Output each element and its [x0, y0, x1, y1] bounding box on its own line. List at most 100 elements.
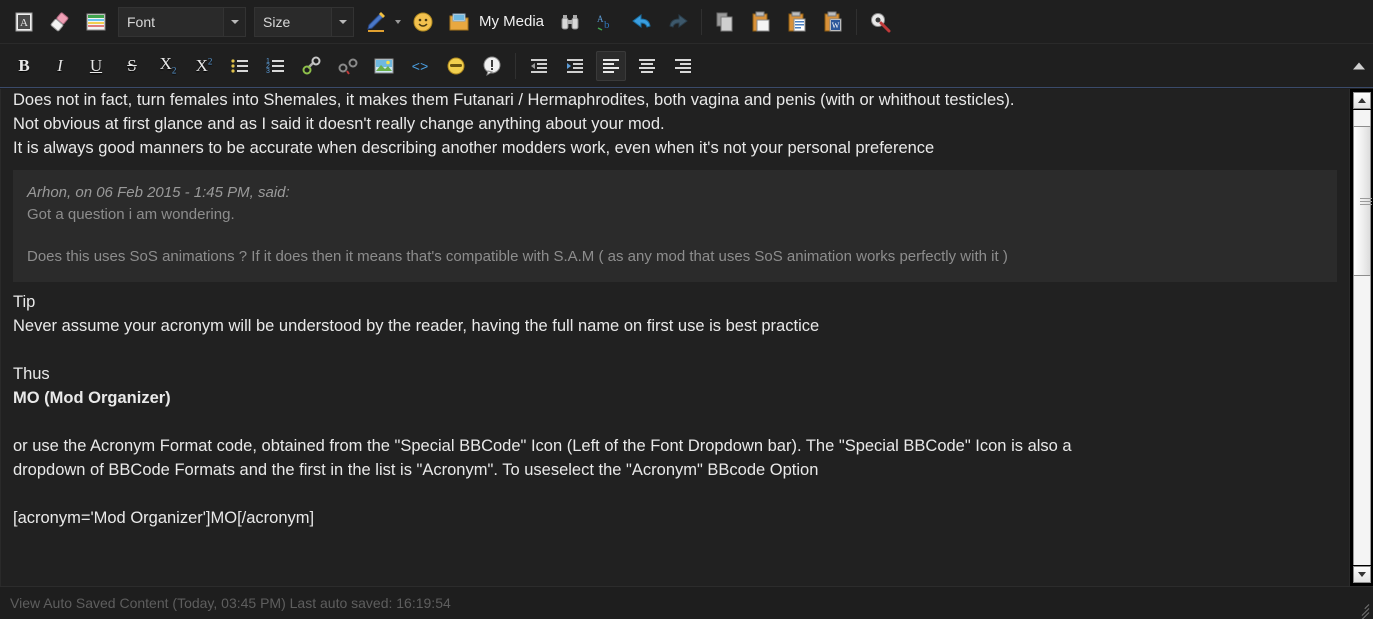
redo-icon[interactable]	[663, 7, 693, 37]
find-replace-icon[interactable]	[555, 7, 585, 37]
align-center-button[interactable]	[632, 51, 662, 81]
binoculars-glyph	[561, 14, 579, 29]
collapse-toolbar-icon[interactable]	[1353, 62, 1365, 69]
spell-check-icon[interactable]: A b	[591, 7, 621, 37]
picture-glyph	[374, 58, 394, 73]
bulleted-list-button[interactable]	[225, 51, 255, 81]
source-code-button[interactable]: <>	[405, 51, 435, 81]
superscript-glyph: X2	[195, 56, 213, 75]
chevron-down-icon	[230, 19, 239, 24]
gear-wrench-glyph	[871, 12, 891, 32]
size-dropdown-arrow[interactable]	[332, 6, 354, 37]
subscript-button[interactable]: X2	[153, 51, 183, 81]
quote-line: Got a question i am wondering.	[27, 206, 235, 223]
font-dropdown-arrow[interactable]	[224, 6, 246, 37]
indent-button[interactable]	[560, 51, 590, 81]
font-dropdown[interactable]: Font	[118, 6, 246, 37]
toolbar-separator	[701, 8, 703, 35]
special-bbcode-icon[interactable]: A	[9, 7, 39, 37]
align-right-button[interactable]	[668, 51, 698, 81]
svg-text:3: 3	[266, 68, 270, 75]
text-color-dropdown-arrow[interactable]	[395, 19, 401, 24]
down-triangle-glyph	[1358, 572, 1366, 577]
paragraph-bold: MO (Mod Organizer)	[13, 389, 171, 407]
autosave-status[interactable]: View Auto Saved Content (Today, 03:45 PM…	[10, 595, 451, 611]
paragraph: or use the Acronym Format code, obtained…	[13, 437, 1072, 455]
image-button[interactable]	[369, 51, 399, 81]
paragraph: It is always good manners to be accurate…	[13, 139, 935, 157]
numbered-list-glyph: 1 2 3	[266, 58, 284, 75]
size-dropdown-value[interactable]: Size	[254, 6, 332, 37]
editor-body: Does not in fact, turn females into Shem…	[0, 89, 1373, 586]
quote-line: Does this uses SoS animations ? If it do…	[27, 248, 1008, 265]
scrollbar-thumb[interactable]	[1353, 126, 1372, 276]
primary-toolbar: A Font Size My Media A b W	[0, 0, 1373, 44]
undo-arrow-glyph	[632, 13, 651, 28]
paragraph: Tip	[13, 293, 36, 311]
font-dropdown-value[interactable]: Font	[118, 6, 224, 37]
strikethrough-glyph: S	[127, 56, 137, 75]
paragraph: Does not in fact, turn females into Shem…	[13, 91, 1015, 109]
settings-wrench-icon[interactable]	[865, 7, 895, 37]
resize-grip-icon[interactable]	[1353, 599, 1370, 619]
link-button[interactable]	[297, 51, 327, 81]
outdent-glyph	[531, 58, 547, 73]
chain-link-glyph	[302, 56, 321, 74]
emoticon-glyph	[447, 57, 465, 74]
special-bbcode-glyph: A	[15, 12, 33, 31]
paste-icon[interactable]	[746, 7, 776, 37]
eraser-glyph	[50, 11, 69, 31]
scroll-down-arrow-icon[interactable]	[1353, 566, 1371, 583]
color-pen-glyph	[367, 11, 385, 32]
superscript-button[interactable]: X2	[189, 51, 219, 81]
subscript-glyph: X2	[159, 54, 177, 76]
outdent-button[interactable]	[524, 51, 554, 81]
numbered-list-button[interactable]: 1 2 3	[261, 51, 291, 81]
insert-table-icon[interactable]	[81, 7, 111, 37]
emoticon-button[interactable]	[441, 51, 471, 81]
editor-scrollbar[interactable]	[1349, 89, 1373, 586]
special-character-button[interactable]	[477, 51, 507, 81]
paragraph: Thus	[13, 365, 50, 383]
undo-icon[interactable]	[627, 7, 657, 37]
underline-button[interactable]: U	[81, 51, 111, 81]
toolbar-separator	[515, 52, 516, 79]
bold-glyph: B	[18, 56, 30, 75]
bold-button[interactable]: B	[9, 51, 39, 81]
copy-icon[interactable]	[710, 7, 740, 37]
italic-button[interactable]: I	[45, 51, 75, 81]
redo-arrow-glyph	[669, 13, 688, 28]
my-media-label[interactable]: My Media	[479, 13, 544, 30]
formatting-toolbar: B I U S X2 X2 1 2 3 <>	[0, 44, 1373, 88]
bulleted-list-glyph	[231, 58, 248, 73]
align-center-glyph	[639, 58, 655, 73]
size-dropdown[interactable]: Size	[254, 6, 354, 37]
paste-text-icon[interactable]	[782, 7, 812, 37]
svg-text:A: A	[597, 14, 604, 24]
emoticon-icon[interactable]	[408, 7, 438, 37]
my-media-folder-icon[interactable]	[444, 7, 474, 37]
up-triangle-glyph	[1358, 98, 1366, 103]
editor-footer: View Auto Saved Content (Today, 03:45 PM…	[0, 586, 1373, 619]
strikethrough-button[interactable]: S	[117, 51, 147, 81]
align-left-button[interactable]	[596, 50, 626, 81]
post-content[interactable]: Does not in fact, turn females into Shem…	[13, 89, 1337, 530]
paragraph: Never assume your acronym will be unders…	[13, 317, 820, 335]
unlink-button[interactable]	[333, 51, 363, 81]
paragraph-bbcode: [acronym='Mod Organizer']MO[/acronym]	[13, 509, 315, 527]
indent-glyph	[567, 58, 583, 73]
align-left-glyph	[603, 58, 619, 73]
scroll-up-arrow-icon[interactable]	[1353, 92, 1371, 109]
quote-block[interactable]: Arhon, on 06 Feb 2015 - 1:45 PM, said: G…	[13, 170, 1337, 282]
text-color-icon[interactable]	[361, 7, 391, 37]
rich-text-editor[interactable]: Does not in fact, turn females into Shem…	[0, 89, 1349, 586]
table-glyph	[86, 13, 106, 30]
remove-formatting-icon[interactable]	[45, 7, 75, 37]
folder-media-glyph	[449, 13, 469, 30]
post-editor-window: A Font Size My Media A b W B I U S X2 X2…	[0, 0, 1373, 619]
paste-word-icon[interactable]: W	[818, 7, 848, 37]
quote-attribution: Arhon, on 06 Feb 2015 - 1:45 PM, said:	[27, 184, 290, 201]
